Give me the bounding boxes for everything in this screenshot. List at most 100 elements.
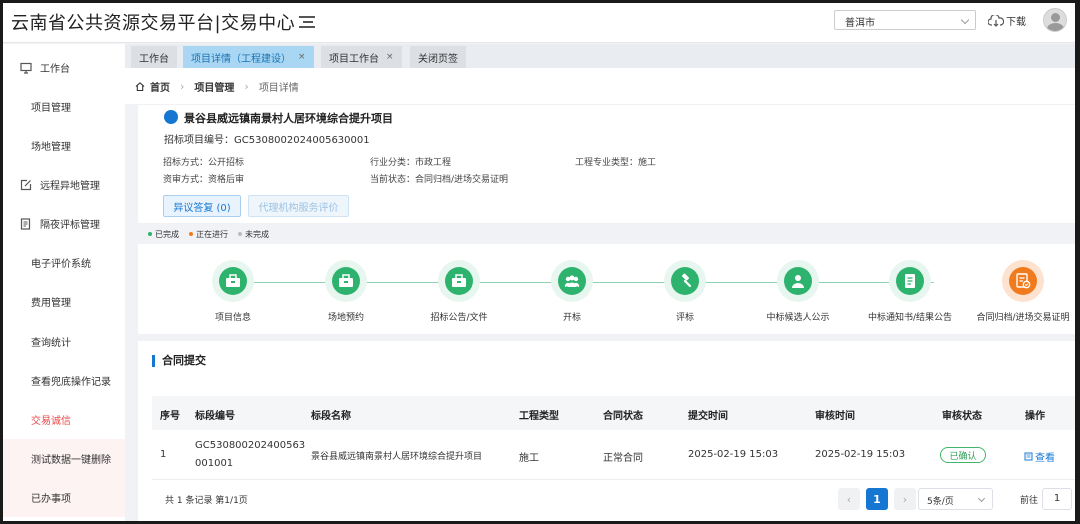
tab-workbench[interactable]: 工作台: [131, 46, 177, 68]
step-project-info[interactable]: 项目信息: [173, 260, 293, 323]
city-select-value: 普洱市: [845, 18, 875, 29]
sidebar-item-project-management[interactable]: 项目管理: [3, 87, 125, 126]
menu-toggle-icon[interactable]: [299, 13, 315, 29]
download-button[interactable]: 下载: [988, 13, 1026, 28]
sidebar-item-remote-management[interactable]: 远程异地管理: [3, 165, 125, 204]
pager-total: 共 1 条记录 第1/1页: [165, 496, 248, 506]
sidebar-item-label: 查询统计: [31, 338, 71, 349]
current-status: 当前状态：合同归档/进场交易证明: [370, 175, 509, 185]
engineering-specialty: 工程专业类型：施工: [575, 158, 657, 168]
step-circle: [212, 260, 254, 302]
legend-dot-done: [148, 232, 152, 236]
breadcrumb: 首页 › 项目管理 › 项目详情: [125, 68, 1075, 104]
step-label: 项目信息: [214, 313, 251, 323]
contract-submission-panel: 合同提交 序号 标段编号 标段名称 工程类型 合同状态 提交时间 审核时间 审核…: [138, 341, 1075, 521]
column-header: 合同状态: [603, 411, 643, 422]
sidebar-item-fallback-log[interactable]: 查看兜底操作记录: [3, 361, 125, 400]
step-circle: [551, 260, 593, 302]
prev-page-button[interactable]: ‹: [838, 488, 860, 510]
goto-page-input[interactable]: 1: [1042, 488, 1072, 510]
step-bid-evaluation[interactable]: 评标: [625, 260, 745, 323]
view-link[interactable]: 查看: [1024, 449, 1055, 464]
step-winner-publicity[interactable]: 中标候选人公示: [738, 260, 858, 323]
project-info-panel: 景谷县威远镇南景村人居环境综合提升项目 招标项目编号：GC53080020240…: [138, 105, 1075, 223]
sidebar-item-delete-test-data[interactable]: 测试数据一键删除: [3, 439, 125, 478]
step-label: 合同归档/进场交易证明: [976, 313, 1070, 323]
contract-icon: [1009, 267, 1037, 295]
gavel-icon: [671, 267, 699, 295]
legend-dot-in-progress: [189, 232, 193, 236]
app-frame: 云南省公共资源交易平台|交易中心 普洱市 下载 工作台 项目管理 场地管理 远程…: [3, 3, 1075, 521]
sidebar-item-fee-management[interactable]: 费用管理: [3, 282, 125, 321]
app-title: 云南省公共资源交易平台|交易中心: [11, 13, 296, 34]
chevron-right-icon: ›: [244, 79, 249, 93]
agency-evaluation-button[interactable]: 代理机构服务评价: [248, 195, 349, 217]
step-bid-opening[interactable]: 开标: [512, 260, 632, 323]
view-link-label: 查看: [1035, 453, 1055, 464]
page-size-value: 5条/页: [927, 497, 954, 507]
chevron-down-icon: [977, 494, 986, 503]
legend-in-progress: 正在进行: [189, 229, 228, 240]
step-circle: [325, 260, 367, 302]
progress-legend: 已完成 正在进行 未完成: [138, 225, 1075, 243]
step-label: 招标公告/文件: [430, 313, 488, 323]
cell-contract-status: 正常合同: [603, 453, 643, 464]
breadcrumb-current: 项目详情: [258, 82, 299, 94]
step-contract-archive[interactable]: 合同归档/进场交易证明: [963, 260, 1075, 323]
download-label: 下载: [1006, 17, 1026, 28]
user-avatar[interactable]: [1043, 8, 1067, 32]
step-label: 中标候选人公示: [766, 313, 830, 323]
tab-project-detail[interactable]: 项目详情（工程建设） ×: [183, 46, 314, 68]
sidebar-item-overnight-eval[interactable]: 隔夜评标管理: [3, 204, 125, 243]
city-select[interactable]: 普洱市: [834, 10, 976, 30]
cell-section-no-line2: 001001: [195, 458, 234, 469]
section-title: 合同提交: [152, 355, 206, 367]
step-label: 中标通知书/结果公告: [867, 313, 953, 323]
cell-review-time: 2025-02-19 15:03: [815, 449, 906, 460]
sidebar-item-label: 交易诚信: [31, 416, 71, 427]
sidebar-item-e-evaluation[interactable]: 电子评价系统: [3, 243, 125, 282]
objection-reply-button[interactable]: 异议答复 (0): [163, 195, 241, 217]
chevron-down-icon: [960, 15, 970, 25]
tab-project-workbench[interactable]: 项目工作台 ×: [321, 46, 402, 68]
step-award-notice[interactable]: 中标通知书/结果公告: [850, 260, 970, 323]
breadcrumb-project-management[interactable]: 项目管理: [194, 79, 234, 94]
step-venue-booking[interactable]: 场地预约: [286, 260, 406, 323]
next-page-button[interactable]: ›: [894, 488, 916, 510]
tab-close-tabs[interactable]: 关闭页签: [410, 46, 466, 68]
close-icon[interactable]: ×: [386, 52, 394, 62]
sidebar-item-query-stats[interactable]: 查询统计: [3, 322, 125, 361]
step-label: 开标: [562, 313, 581, 323]
group-icon: [558, 267, 586, 295]
column-header: 操作: [1025, 411, 1045, 422]
close-icon[interactable]: ×: [298, 52, 306, 62]
sidebar-item-label: 场地管理: [31, 142, 71, 153]
view-icon: [1024, 452, 1033, 461]
table-header: 序号 标段编号 标段名称 工程类型 合同状态 提交时间 审核时间 审核状态 操作: [152, 396, 1075, 430]
tab-label: 项目工作台: [329, 53, 379, 65]
sidebar-item-label: 电子评价系统: [31, 259, 91, 270]
sidebar-item-label: 测试数据一键删除: [31, 455, 111, 466]
step-circle: [777, 260, 819, 302]
page-number-button[interactable]: 1: [866, 488, 888, 510]
document-icon: [20, 217, 31, 230]
column-header: 审核时间: [815, 411, 855, 422]
sidebar-item-label: 查看兜底操作记录: [31, 377, 111, 388]
column-header: 提交时间: [688, 411, 728, 422]
sidebar-item-workbench[interactable]: 工作台: [3, 48, 125, 87]
sidebar-item-venue-management[interactable]: 场地管理: [3, 126, 125, 165]
step-circle: [1002, 260, 1044, 302]
home-icon: [135, 81, 145, 91]
sidebar-item-trade-credit[interactable]: 交易诚信: [3, 400, 125, 439]
notice-icon: [896, 267, 924, 295]
sidebar-item-label: 工作台: [40, 64, 70, 75]
step-tender-notice[interactable]: 招标公告/文件: [399, 260, 519, 323]
cell-submit-time: 2025-02-19 15:03: [688, 449, 779, 460]
sidebar-item-done-tasks[interactable]: 已办事项: [3, 478, 125, 517]
tab-label: 项目详情（工程建设）: [191, 53, 291, 65]
breadcrumb-home[interactable]: 首页: [150, 79, 170, 94]
legend-not-done: 未完成: [238, 229, 269, 240]
project-name: 景谷县威远镇南景村人居环境综合提升项目: [184, 112, 393, 125]
page-size-select[interactable]: 5条/页: [918, 488, 993, 510]
chevron-left-icon: ‹: [846, 492, 852, 506]
